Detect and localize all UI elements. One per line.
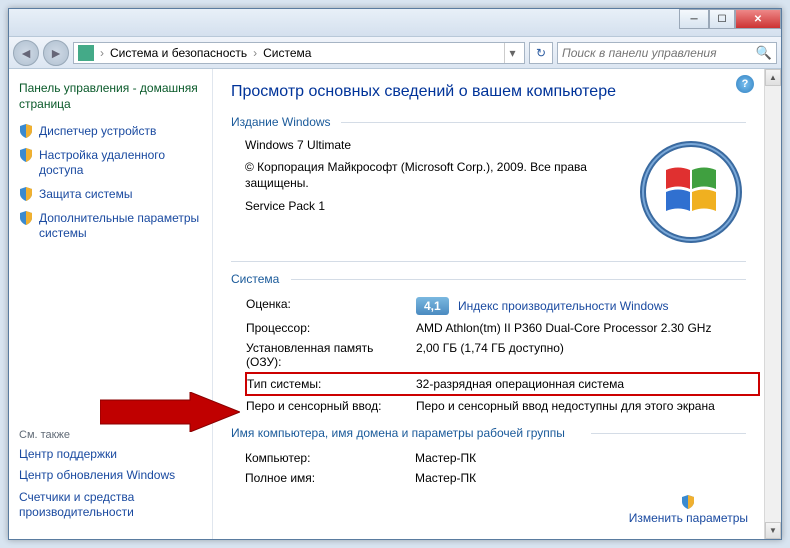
sidebar-link-label: Диспетчер устройств [39, 124, 156, 140]
see-also-label: См. также [19, 429, 202, 441]
group-windows-edition: Издание Windows [231, 115, 746, 129]
breadcrumb[interactable]: › Система и безопасность › Система ▾ [73, 42, 525, 64]
copyright-text: © Корпорация Майкрософт (Microsoft Corp.… [245, 159, 616, 191]
pen-touch-label: Перо и сенсорный ввод: [246, 395, 416, 416]
fullname-value: Мастер-ПК [415, 468, 760, 488]
ram-label: Установленная память (ОЗУ): [246, 338, 416, 373]
scroll-down-button[interactable]: ▼ [765, 522, 781, 539]
row-rating: Оценка: 4,1 Индекс производительности Wi… [246, 294, 759, 318]
pen-touch-value: Перо и сенсорный ввод недоступны для это… [416, 395, 759, 416]
control-panel-home-link[interactable]: Панель управления - домашняя страница [19, 81, 202, 112]
computer-label: Компьютер: [245, 448, 415, 468]
content-pane: ? Просмотр основных сведений о вашем ком… [213, 69, 764, 539]
sidebar-performance-tools[interactable]: Счетчики и средства производительности [19, 490, 202, 521]
forward-button[interactable]: ► [43, 40, 69, 66]
row-fullname: Полное имя: Мастер-ПК [245, 468, 760, 488]
breadcrumb-security[interactable]: Система и безопасность [110, 46, 247, 60]
back-button[interactable]: ◄ [13, 40, 39, 66]
processor-label: Процессор: [246, 318, 416, 338]
windows-logo [636, 137, 746, 247]
breadcrumb-dropdown[interactable]: ▾ [504, 43, 520, 63]
sidebar-remote-settings[interactable]: Настройка удаленного доступа [19, 148, 202, 179]
chevron-right-icon: › [98, 46, 106, 60]
row-computer: Компьютер: Мастер-ПК [245, 448, 760, 468]
system-properties-window: ─ ☐ ✕ ◄ ► › Система и безопасность › Сис… [8, 8, 782, 540]
rating-badge: 4,1 [416, 297, 449, 315]
titlebar: ─ ☐ ✕ [9, 9, 781, 37]
row-ram: Установленная память (ОЗУ): 2,00 ГБ (1,7… [246, 338, 759, 373]
breadcrumb-system[interactable]: Система [263, 46, 311, 60]
sidebar-action-center[interactable]: Центр поддержки [19, 447, 202, 463]
row-pen-touch: Перо и сенсорный ввод: Перо и сенсорный … [246, 395, 759, 416]
sidebar-link-label: Дополнительные параметры системы [39, 211, 202, 242]
sidebar-advanced-settings[interactable]: Дополнительные параметры системы [19, 211, 202, 242]
help-button[interactable]: ? [736, 75, 754, 93]
shield-icon [19, 148, 33, 162]
search-icon: 🔍 [756, 45, 772, 61]
system-type-value: 32-разрядная операционная система [416, 373, 759, 395]
navigation-bar: ◄ ► › Система и безопасность › Система ▾… [9, 37, 781, 69]
close-button[interactable]: ✕ [735, 9, 781, 29]
minimize-button[interactable]: ─ [679, 9, 709, 29]
shield-icon [19, 187, 33, 201]
computer-value: Мастер-ПК [415, 448, 760, 468]
change-settings-label: Изменить параметры [629, 511, 748, 525]
sidebar-link-label: Защита системы [39, 187, 132, 203]
shield-icon [19, 211, 33, 225]
rating-label: Оценка: [246, 294, 416, 318]
fullname-label: Полное имя: [245, 468, 415, 488]
group-system: Система [231, 272, 746, 286]
change-settings-link[interactable]: Изменить параметры [629, 495, 748, 525]
row-processor: Процессор: AMD Athlon(tm) II P360 Dual-C… [246, 318, 759, 338]
shield-icon [19, 124, 33, 138]
sidebar-system-protection[interactable]: Защита системы [19, 187, 202, 203]
ram-value: 2,00 ГБ (1,74 ГБ доступно) [416, 338, 759, 373]
processor-value: AMD Athlon(tm) II P360 Dual-Core Process… [416, 318, 759, 338]
windows-edition: Windows 7 Ultimate [245, 137, 616, 153]
computer-name-table: Компьютер: Мастер-ПК Полное имя: Мастер-… [245, 448, 760, 488]
system-type-label: Тип системы: [246, 373, 416, 395]
scroll-track[interactable] [765, 86, 781, 522]
window-controls: ─ ☐ ✕ [679, 9, 781, 29]
group-computer-name: Имя компьютера, имя домена и параметры р… [231, 426, 746, 440]
page-title: Просмотр основных сведений о вашем компь… [231, 83, 746, 101]
scroll-up-button[interactable]: ▲ [765, 69, 781, 86]
vertical-scrollbar[interactable]: ▲ ▼ [764, 69, 781, 539]
sidebar-windows-update[interactable]: Центр обновления Windows [19, 468, 202, 484]
chevron-right-icon: › [251, 46, 259, 60]
refresh-button[interactable]: ↻ [529, 42, 553, 64]
search-box[interactable]: 🔍 [557, 42, 777, 64]
sidebar-device-manager[interactable]: Диспетчер устройств [19, 124, 202, 140]
shield-icon [681, 495, 695, 509]
search-input[interactable] [562, 46, 756, 60]
control-panel-icon [78, 45, 94, 61]
service-pack: Service Pack 1 [245, 198, 616, 214]
performance-index-link[interactable]: Индекс производительности Windows [458, 299, 668, 313]
system-properties-table: Оценка: 4,1 Индекс производительности Wi… [245, 294, 760, 416]
sidebar: Панель управления - домашняя страница Ди… [9, 69, 213, 539]
row-system-type: Тип системы: 32-разрядная операционная с… [246, 373, 759, 395]
maximize-button[interactable]: ☐ [709, 9, 735, 29]
sidebar-link-label: Настройка удаленного доступа [39, 148, 202, 179]
